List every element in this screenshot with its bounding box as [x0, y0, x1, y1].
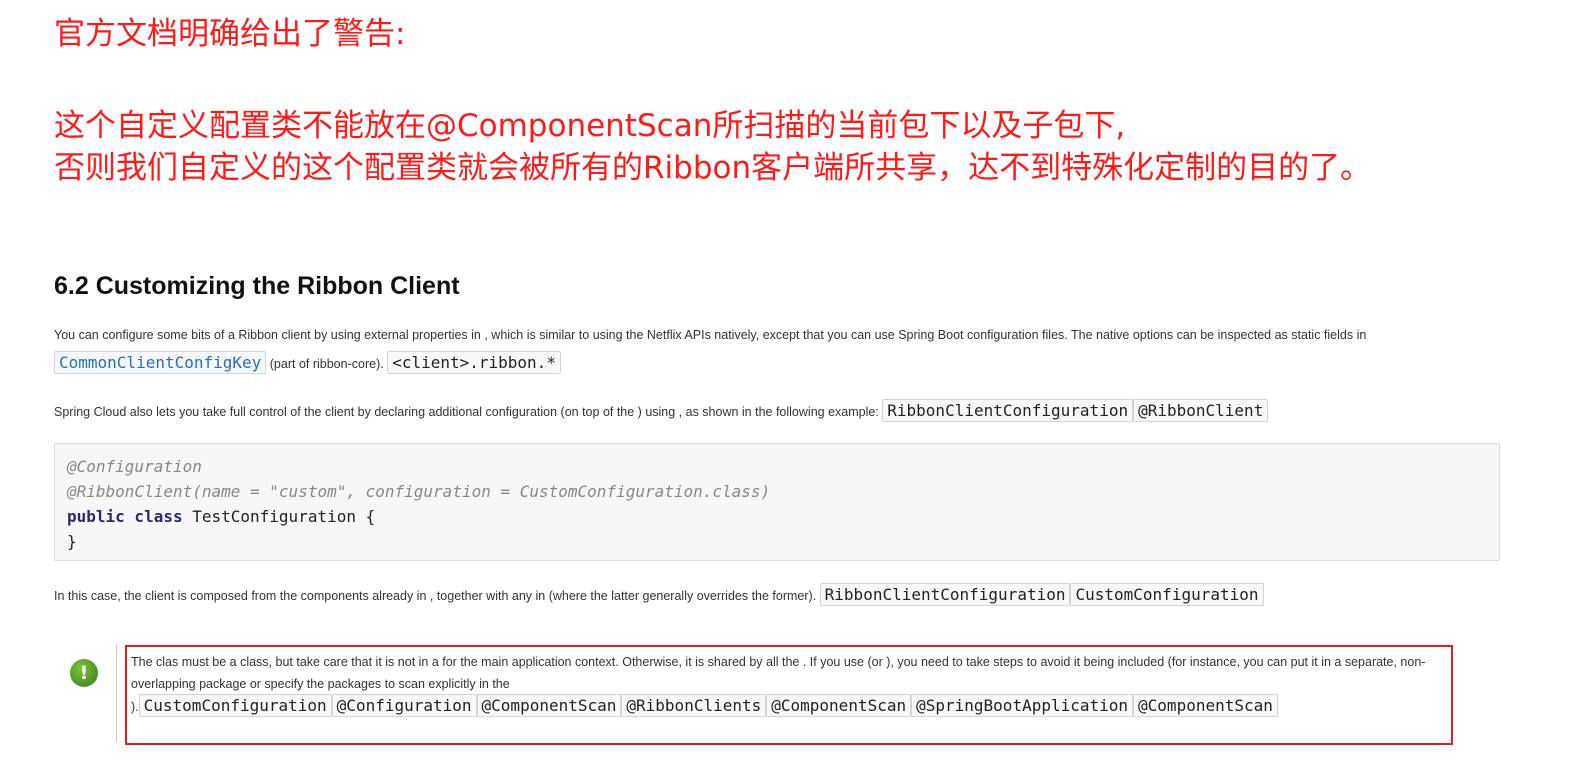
- inline-code: @Configuration: [331, 694, 477, 717]
- inline-code: RibbonClientConfiguration: [882, 399, 1134, 422]
- paragraph-properties: You can configure some bits of a Ribbon …: [54, 322, 1504, 378]
- inline-code: @ComponentScan: [476, 694, 622, 717]
- code-example: @Configuration @RibbonClient(name = "cust…: [54, 443, 1500, 561]
- inline-code: CustomConfiguration: [1070, 583, 1264, 606]
- paragraph-text: Spring Cloud also lets you take full con…: [54, 405, 883, 419]
- paragraph-text: In this case, the client is composed fro…: [54, 589, 820, 603]
- code-line: }: [67, 532, 77, 551]
- exclamation-icon: !: [70, 659, 98, 687]
- code-keyword: public class: [67, 507, 183, 526]
- annotation-line-1: 这个自定义配置类不能放在@ComponentScan所扫描的当前包下以及子包下,: [54, 108, 1126, 144]
- paragraph-full-control: Spring Cloud also lets you take full con…: [54, 397, 1504, 426]
- inline-code: @ComponentScan: [766, 694, 912, 717]
- inline-code: @RibbonClients: [621, 694, 767, 717]
- inline-code: @SpringBootApplication: [911, 694, 1134, 717]
- warning-text-close: ).: [131, 700, 139, 714]
- section-title: 6.2 Customizing the Ribbon Client: [54, 272, 460, 300]
- warning-admonition: ! The clas must be a class, but take car…: [54, 640, 1474, 750]
- inline-code: <client>.ribbon.*: [387, 351, 561, 374]
- paragraph-text: You can configure some bits of a Ribbon …: [54, 328, 1367, 342]
- annotation-title: 官方文档明确给出了警告:: [54, 16, 406, 52]
- warning-text: The clas must be a class, but take care …: [131, 655, 1426, 691]
- common-client-config-key-link[interactable]: CommonClientConfigKey: [54, 351, 267, 374]
- warning-highlight-box: The clas must be a class, but take care …: [125, 645, 1453, 745]
- inline-code: @RibbonClient: [1133, 399, 1269, 422]
- annotation-line-2: 否则我们自定义的这个配置类就会被所有的Ribbon客户端所共享，达不到特殊化定制…: [54, 150, 1372, 186]
- inline-code: @ComponentScan: [1133, 694, 1278, 717]
- inline-code: RibbonClientConfiguration: [819, 583, 1071, 606]
- code-line: public class TestConfiguration {: [67, 504, 1487, 529]
- code-line: @RibbonClient(name = "custom", configura…: [67, 482, 771, 501]
- code-line: @Configuration: [67, 457, 202, 476]
- paragraph-text: (part of ribbon-core).: [266, 357, 388, 371]
- paragraph-composition: In this case, the client is composed fro…: [54, 581, 1504, 610]
- admonition-separator: [116, 644, 117, 742]
- inline-code: CustomConfiguration: [138, 694, 332, 717]
- code-text: TestConfiguration {: [182, 507, 376, 526]
